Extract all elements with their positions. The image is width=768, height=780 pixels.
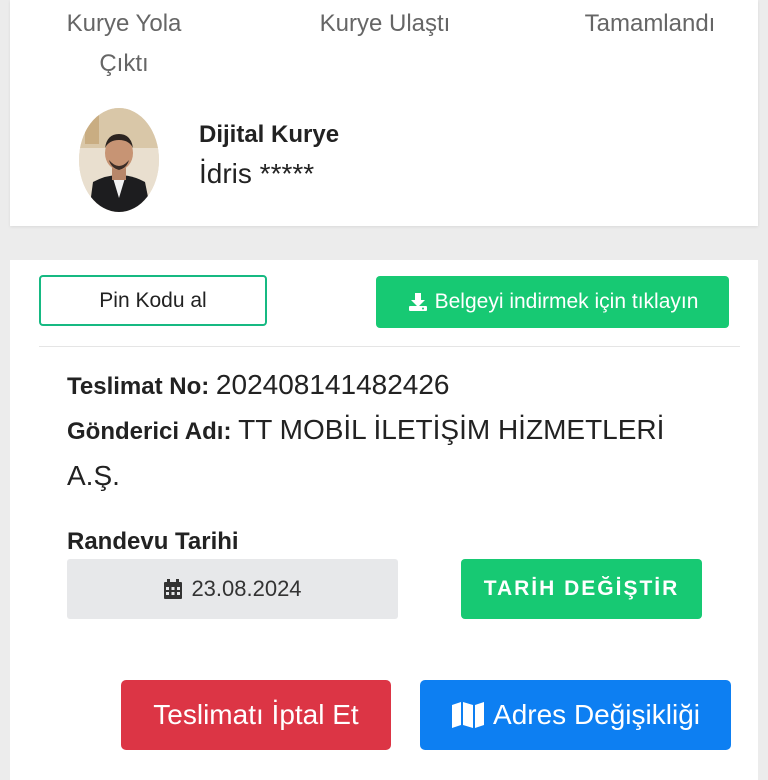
appointment-date-field[interactable]: 23.08.2024 <box>67 559 398 619</box>
step-courier-on-way-label: Kurye Yola Çıktı <box>66 10 182 77</box>
step-courier-on-way: Kurye Yola Çıktı <box>54 4 194 84</box>
divider <box>39 346 740 347</box>
appointment-date-value: 23.08.2024 <box>191 576 302 601</box>
appointment-date-label: Randevu Tarihi <box>67 528 239 555</box>
map-icon <box>451 701 485 729</box>
download-document-label: Belgeyi indirmek için tıklayın <box>434 290 699 313</box>
delivery-number-row: Teslimat No: 202408141482426 <box>67 369 450 400</box>
step-completed-label: Tamamlandı <box>584 10 716 37</box>
pin-code-button[interactable]: Pin Kodu al <box>39 275 267 326</box>
download-icon <box>407 291 429 313</box>
address-change-button[interactable]: Adres Değişikliği <box>420 680 731 750</box>
delivery-number-label: Teslimat No <box>67 373 202 400</box>
sender-row: Gönderici Adı: TT MOBİL İLETİŞİM HİZMETL… <box>67 414 665 491</box>
change-date-button[interactable]: TARİH DEĞİŞTİR <box>461 559 702 619</box>
download-document-button[interactable]: Belgeyi indirmek için tıklayın <box>376 276 729 328</box>
sender-label: Gönderici Adı <box>67 418 224 445</box>
pin-code-button-label: Pin Kodu al <box>99 288 207 312</box>
cancel-delivery-button-label: Teslimatı İptal Et <box>153 699 359 730</box>
step-completed: Tamamlandı <box>565 4 735 44</box>
calendar-icon <box>163 578 183 600</box>
courier-avatar <box>79 108 159 212</box>
change-date-button-label: TARİH DEĞİŞTİR <box>483 577 680 600</box>
delivery-number-value: 202408141482426 <box>215 369 450 400</box>
delivery-details-card: Pin Kodu al Belgeyi indirmek için tıklay… <box>10 260 758 780</box>
courier-name: İdris ***** <box>199 158 315 189</box>
step-courier-arrived-label: Kurye Ulaştı <box>319 10 451 37</box>
cancel-delivery-button[interactable]: Teslimatı İptal Et <box>121 680 391 750</box>
step-courier-arrived: Kurye Ulaştı <box>300 4 470 44</box>
address-change-button-label: Adres Değişikliği <box>493 699 700 730</box>
delivery-progress-steps: Kurye Yola Çıktı Kurye Ulaştı Tamamlandı <box>10 4 758 84</box>
courier-title: Dijital Kurye <box>199 121 340 148</box>
courier-card: Kurye Yola Çıktı Kurye Ulaştı Tamamlandı… <box>10 0 758 226</box>
